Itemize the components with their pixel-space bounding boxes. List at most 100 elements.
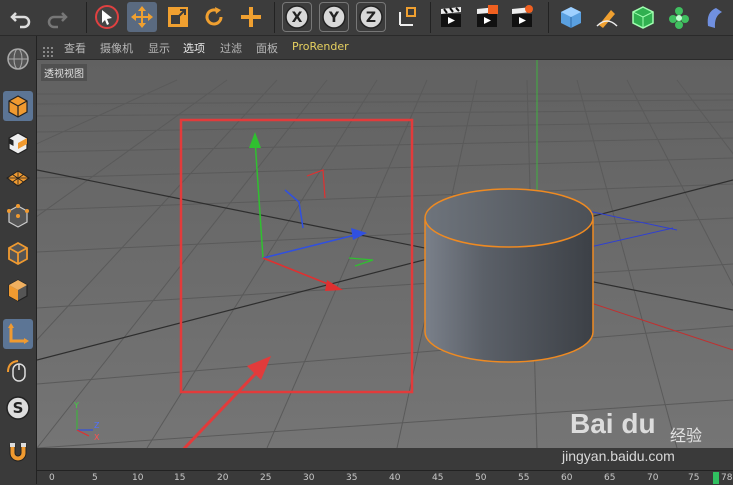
redo-button[interactable] [42, 2, 72, 32]
magnet-icon [9, 443, 27, 462]
perspective-viewport[interactable]: Y Z X 透视视图 [37, 60, 733, 448]
tweak-mode-button[interactable] [3, 356, 33, 386]
timeline-tick: 70 [647, 473, 659, 483]
menu-prorender[interactable]: ProRender [292, 40, 349, 53]
polygons-mode-button[interactable] [3, 275, 33, 305]
toolbar-divider [548, 2, 549, 33]
mode-toolbar: S [0, 36, 37, 484]
magnet-button[interactable] [3, 437, 33, 467]
z-axis-label: Z [366, 10, 376, 26]
axis-mode-button[interactable] [3, 319, 33, 349]
move-arrows-icon [131, 6, 153, 28]
model-mode-button[interactable] [3, 91, 33, 121]
scale-icon [168, 7, 188, 27]
mograph-button[interactable] [664, 2, 694, 32]
x-axis-button[interactable]: X [282, 2, 312, 32]
select-tool-button[interactable] [92, 2, 122, 32]
timeline-tick: 15 [174, 473, 186, 483]
grid-plane-icon [6, 170, 30, 187]
cube-icon [561, 7, 581, 28]
coordinate-icon [399, 7, 416, 26]
main-toolbar: X Y Z [0, 0, 733, 36]
edges-cube-icon [8, 241, 28, 266]
menu-filter[interactable]: 过滤 [220, 40, 242, 56]
y-lock-icon: Y [322, 5, 346, 29]
render-view-button[interactable] [436, 2, 466, 32]
cube-button[interactable] [556, 2, 586, 32]
toolbar-divider [274, 2, 275, 33]
coordinate-system-button[interactable] [393, 2, 423, 32]
rotate-tool-button[interactable] [199, 2, 229, 32]
move-tool-button[interactable] [127, 2, 157, 32]
timeline-tick: 25 [260, 473, 272, 483]
playhead-marker[interactable] [713, 472, 719, 484]
green-cube-icon [632, 6, 654, 29]
menu-view[interactable]: 查看 [64, 40, 86, 56]
axis-label-y: Y [73, 401, 79, 410]
timeline-tick: 20 [217, 473, 229, 483]
watermark-url: jingyan.baidu.com [562, 448, 675, 464]
timeline-tick: 10 [132, 473, 144, 483]
bend-icon [707, 8, 722, 28]
globe-icon [7, 48, 29, 70]
clapperboard-render-icon [477, 5, 498, 27]
timeline-tick: 45 [432, 473, 444, 483]
pen-button[interactable] [592, 2, 622, 32]
timeline-tick: 0 [49, 473, 55, 483]
undo-icon [10, 12, 31, 29]
subdivision-button[interactable] [628, 2, 658, 32]
snap-button[interactable]: S [3, 393, 33, 423]
snap-s-icon: S [6, 396, 30, 420]
jingyan-brand: 经验 [670, 426, 703, 445]
scale-tool-button[interactable] [163, 2, 193, 32]
edges-mode-button[interactable] [3, 238, 33, 268]
timeline-tick: 5 [92, 473, 98, 483]
polygon-cube-icon [8, 279, 28, 302]
timeline-tick: 35 [346, 473, 358, 483]
checker-cube-icon [8, 132, 28, 155]
menu-camera[interactable]: 摄像机 [100, 40, 133, 56]
workplane-mode-button[interactable] [3, 164, 33, 194]
timeline-tick: 75 [688, 473, 700, 483]
undo-button[interactable] [6, 2, 36, 32]
axis-label-z: Z [94, 421, 100, 430]
z-axis-button[interactable]: Z [356, 2, 386, 32]
viewport-menubar: 查看 摄像机 显示 选项 过滤 面板 ProRender [37, 36, 733, 60]
timeline-tick: 50 [475, 473, 487, 483]
pen-icon [596, 10, 618, 28]
y-axis-button[interactable]: Y [319, 2, 349, 32]
menu-options[interactable]: 选项 [183, 40, 205, 56]
texture-mode-button[interactable] [3, 128, 33, 158]
timeline-tick: 60 [561, 473, 573, 483]
timeline-tick: 55 [518, 473, 530, 483]
viewport-title: 透视视图 [41, 64, 87, 81]
baidu-jingyan-watermark: Bai du 经验 jingyan.baidu.com [560, 404, 730, 468]
cube-mode-icon [8, 95, 28, 118]
clapperboard-gear-icon [512, 5, 533, 27]
cylinder-object[interactable] [424, 188, 594, 363]
rotate-icon [205, 7, 223, 26]
svg-text:S: S [13, 399, 24, 417]
points-cube-icon [7, 204, 29, 228]
cloner-icon [669, 7, 689, 29]
timeline-tick: 30 [303, 473, 315, 483]
render-to-viewer-button[interactable] [472, 2, 502, 32]
menu-display[interactable]: 显示 [148, 40, 170, 56]
grip-icon [43, 42, 53, 57]
deformer-button[interactable] [700, 2, 730, 32]
add-tool-button[interactable] [236, 2, 266, 32]
render-settings-button[interactable] [507, 2, 537, 32]
timeline-tick: 65 [604, 473, 616, 483]
toolbar-divider [430, 2, 431, 33]
clapperboard-icon [441, 7, 461, 27]
timeline-tick: 40 [389, 473, 401, 483]
axis-label-x: X [94, 433, 100, 442]
viewport-scene: Y Z X [37, 60, 733, 448]
viewport-background [37, 60, 733, 448]
menu-panel[interactable]: 面板 [256, 40, 278, 56]
make-editable-button[interactable] [3, 44, 33, 74]
y-axis-label: Y [328, 10, 340, 26]
axis-icon [8, 323, 29, 344]
timeline-ruler[interactable]: 0 5 10 15 20 25 30 35 40 45 50 55 60 65 … [37, 470, 733, 485]
points-mode-button[interactable] [3, 201, 33, 231]
